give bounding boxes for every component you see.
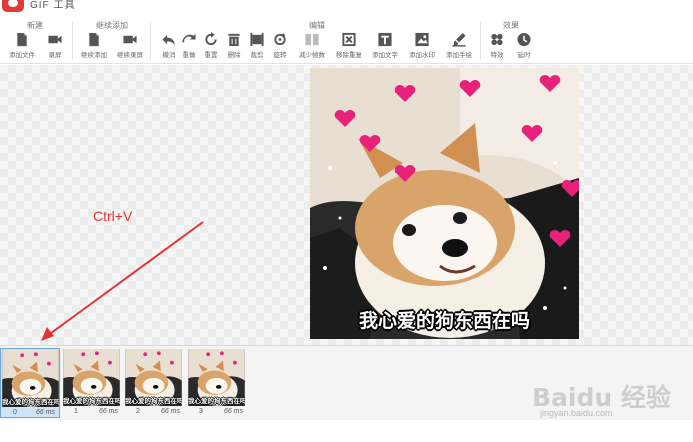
dog-photo [310,68,579,339]
frame-thumbnail-1[interactable]: 我心爱的狗东西在吗 1 66 ms [62,348,122,418]
group-label-edit: 编辑 [309,21,325,30]
canvas-area[interactable]: 我心爱的狗东西在吗 Ctrl+V [0,65,693,345]
frame-caption: 我心爱的狗东西在吗 [63,397,120,405]
app-logo [2,0,24,12]
add-file-icon [17,32,27,47]
frame-caption: 我心爱的狗东西在吗 [188,397,245,405]
remove-duplicates-icon [342,32,356,47]
add-text-button[interactable]: 添加文字 [368,32,402,62]
continue-add-button[interactable]: 继续添加 [77,32,111,62]
toolbar-divider [150,22,151,60]
preview-image: 我心爱的狗东西在吗 [310,68,579,339]
effects-icon [491,33,503,46]
baidu-watermark: Baidu 经验 jingyan.baidu.com [532,378,692,428]
watermark-icon [415,32,429,47]
add-watermark-button[interactable]: 添加水印 [405,32,439,62]
frame-index: 0 [13,409,17,416]
title-bar: GIF 工具 [0,0,693,14]
app-title: GIF 工具 [30,0,76,11]
frame-image: 我心爱的狗东西在吗 [63,349,120,406]
frame-index: 3 [199,408,203,415]
frame-index: 1 [74,408,78,415]
add-file-button[interactable]: 添加文件 [5,32,39,62]
toolbar: 新建 继续添加 编辑 效果 添加文件 录屏 继续添加 继续录屏 撤消 重做 重置… [0,14,693,64]
paste-hint: Ctrl+V [93,208,133,224]
continue-record-button[interactable]: 继续录屏 [113,32,147,62]
frame-index: 2 [136,408,140,415]
preview-caption: 我心爱的狗东西在吗 [358,310,530,332]
frame-duration: 66 ms [223,408,243,415]
record-screen-button[interactable]: 录屏 [38,32,72,62]
rotate-icon [274,32,286,46]
camera-icon [123,35,137,44]
frame-duration: 66 ms [35,409,55,416]
toolbar-divider [72,22,73,60]
reduce-frames-button[interactable]: 减少帧数 [295,32,329,62]
add-drawing-button[interactable]: 添加手绘 [442,32,476,62]
clock-icon [517,32,531,47]
frame-thumbnail-3[interactable]: 我心爱的狗东西在吗 3 66 ms [187,348,247,418]
camera-icon [48,35,62,44]
remove-duplicates-button[interactable]: 移除重复 [332,32,366,62]
delay-button[interactable]: 延时 [507,32,541,62]
frame-caption: 我心爱的狗东西在吗 [2,398,59,406]
frame-thumbnail-0[interactable]: 我心爱的狗东西在吗 0 66 ms [0,348,60,418]
frame-caption: 我心爱的狗东西在吗 [125,397,182,405]
frame-thumbnail-2[interactable]: 我心爱的狗东西在吗 2 66 ms [124,348,184,418]
text-icon [378,32,392,47]
frame-image: 我心爱的狗东西在吗 [2,350,59,407]
reduce-frames-icon [305,33,319,46]
group-label-new: 新建 [27,21,43,30]
rotate-button[interactable]: 旋转 [263,32,297,62]
frame-image: 我心爱的狗东西在吗 [125,349,182,406]
add-file-icon [89,32,99,47]
frame-duration: 66 ms [98,408,118,415]
frame-image: 我心爱的狗东西在吗 [188,349,245,406]
watermark-url: jingyan.baidu.com [540,408,613,418]
group-label-effects: 效果 [503,21,519,30]
brush-icon [452,32,466,47]
group-label-continue-add: 继续添加 [96,21,128,30]
frame-duration: 66 ms [160,408,180,415]
